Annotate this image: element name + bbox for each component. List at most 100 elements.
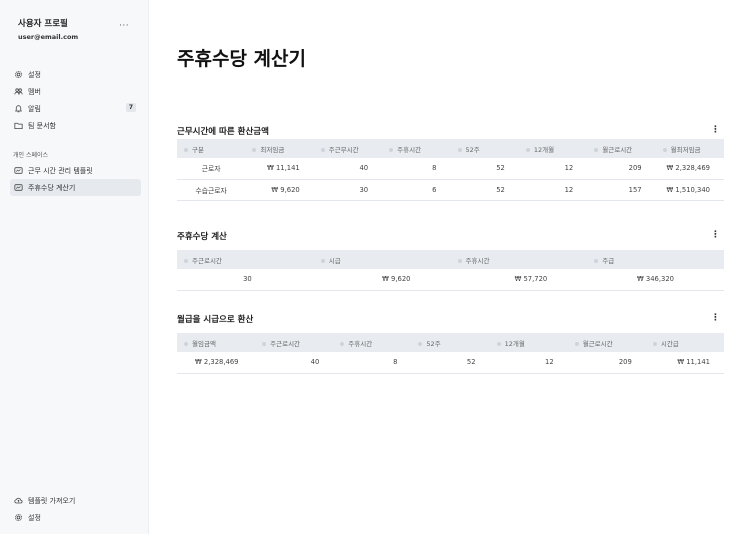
column-header[interactable]: 월근로시간 xyxy=(587,139,655,158)
sidebar-item-members[interactable]: 멤버 xyxy=(10,83,141,100)
sidebar-item-label: 주휴수당 계산기 xyxy=(28,183,76,192)
sidebar-item-import-template[interactable]: 템플릿 가져오기 xyxy=(10,492,141,509)
table-cell[interactable]: ₩ 1,510,340 xyxy=(655,179,724,201)
more-options-icon[interactable]: ⋮ xyxy=(711,125,720,135)
column-header[interactable]: 월임금액 xyxy=(177,333,255,352)
table-cell[interactable]: 6 xyxy=(382,179,451,201)
sidebar-item-settings[interactable]: 설정 xyxy=(10,66,141,83)
table-cell[interactable]: 12 xyxy=(518,179,588,201)
sidebar-item-holiday-pay-calculator[interactable]: 주휴수당 계산기 xyxy=(10,179,141,196)
monthly-to-hourly-section: 월급을 시급으로 환산 ⋮ 월임금액 주근로시간 주휴시간 52주 12개월 월… xyxy=(177,313,724,374)
column-header[interactable]: 월최저임금 xyxy=(656,139,724,158)
main-nav: 설정 멤버 알림 7 팀 문서함 xyxy=(10,66,141,134)
table-row: 근로자 ₩ 11,141 40 8 52 12 209 ₩ 2,328,469 xyxy=(177,158,724,180)
profile-name: 사용자 프로필 xyxy=(18,19,68,29)
column-header[interactable]: 주휴시간 xyxy=(451,250,588,269)
column-header[interactable]: 12개월 xyxy=(490,333,568,352)
sidebar-item-label: 멤버 xyxy=(28,87,41,96)
table-cell[interactable]: 40 xyxy=(255,352,334,374)
table-header-row: 주근로시간 시급 주휴시간 주급 xyxy=(177,250,724,269)
monthly-to-hourly-table: 월임금액 주근로시간 주휴시간 52주 12개월 월근로시간 시간급 ₩ 2,3… xyxy=(177,333,724,374)
table-cell[interactable]: 12 xyxy=(489,352,568,374)
table-cell[interactable]: ₩ 11,141 xyxy=(645,352,724,374)
column-header[interactable]: 시간급 xyxy=(646,333,724,352)
table-cell[interactable]: 40 xyxy=(313,158,383,180)
column-header[interactable]: 52주 xyxy=(411,333,489,352)
more-icon[interactable]: ··· xyxy=(119,21,129,31)
more-options-icon[interactable]: ⋮ xyxy=(711,230,720,240)
table-header-row: 월임금액 주근로시간 주휴시간 52주 12개월 월근로시간 시간급 xyxy=(177,333,724,352)
section-title: 월급을 시급으로 환산 xyxy=(177,315,254,325)
holiday-pay-table: 주근로시간 시급 주휴시간 주급 30 ₩ 9,620 ₩ 57,720 ₩ 3… xyxy=(177,250,724,291)
table-cell[interactable]: ₩ 2,328,469 xyxy=(655,158,724,180)
gear-icon xyxy=(13,513,23,523)
document-icon xyxy=(13,166,23,176)
table-cell[interactable]: 12 xyxy=(518,158,588,180)
sidebar-item-label: 설정 xyxy=(28,70,41,79)
sidebar-item-label: 팀 문서함 xyxy=(28,121,56,130)
table-cell[interactable]: 52 xyxy=(450,158,519,180)
wage-conversion-section: 근무시간에 따른 환산금액 ⋮ 구분 최저임금 주근무시간 주휴시간 52주 1… xyxy=(177,125,724,201)
table-cell[interactable]: 52 xyxy=(411,352,490,374)
sidebar-item-work-hours-template[interactable]: 근무 시간 관리 템플릿 xyxy=(10,162,141,179)
table-cell[interactable]: 209 xyxy=(567,352,646,374)
sidebar-item-label: 알림 xyxy=(28,104,41,113)
sidebar-item-team-docs[interactable]: 팀 문서함 xyxy=(10,117,141,134)
page-title: 주휴수당 계산기 xyxy=(177,48,306,70)
cloud-icon xyxy=(13,496,23,506)
column-header[interactable]: 주휴시간 xyxy=(382,139,450,158)
section-title: 주휴수당 계산 xyxy=(177,232,227,242)
table-cell[interactable]: 30 xyxy=(313,179,383,201)
more-options-icon[interactable]: ⋮ xyxy=(711,313,720,323)
sidebar-item-settings-bottom[interactable]: 설정 xyxy=(10,509,141,526)
bell-icon xyxy=(13,104,23,114)
table-cell[interactable]: 157 xyxy=(587,179,656,201)
table-cell[interactable]: 8 xyxy=(382,158,451,180)
column-header[interactable]: 구분 xyxy=(177,139,245,158)
table-row: 30 ₩ 9,620 ₩ 57,720 ₩ 346,320 xyxy=(177,269,724,291)
table-cell[interactable]: 근로자 xyxy=(177,158,246,180)
wage-conversion-table: 구분 최저임금 주근무시간 주휴시간 52주 12개월 월근로시간 월최저임금 … xyxy=(177,139,724,201)
sidebar-item-label: 근무 시간 관리 템플릿 xyxy=(28,166,93,175)
column-header[interactable]: 시급 xyxy=(314,250,451,269)
column-header[interactable]: 최저임금 xyxy=(245,139,313,158)
table-cell[interactable]: ₩ 2,328,469 xyxy=(177,352,256,374)
table-row: 수습근로자 ₩ 9,620 30 6 52 12 157 ₩ 1,510,340 xyxy=(177,179,724,201)
bottom-nav: 템플릿 가져오기 설정 xyxy=(10,492,141,526)
column-header[interactable]: 12개월 xyxy=(519,139,587,158)
document-icon xyxy=(13,183,23,193)
table-row: ₩ 2,328,469 40 8 52 12 209 ₩ 11,141 xyxy=(177,352,724,374)
table-cell[interactable]: ₩ 346,320 xyxy=(587,269,724,291)
table-cell[interactable]: 8 xyxy=(333,352,412,374)
table-cell[interactable]: ₩ 9,620 xyxy=(313,269,451,291)
notification-count-badge: 7 xyxy=(125,103,136,112)
users-icon xyxy=(13,87,23,97)
space-nav: 근무 시간 관리 템플릿 주휴수당 계산기 xyxy=(10,162,141,196)
column-header[interactable]: 주휴시간 xyxy=(333,333,411,352)
table-cell[interactable]: 30 xyxy=(177,269,314,291)
personal-space-label: 개인 스페이스 xyxy=(13,152,49,159)
gear-icon xyxy=(13,70,23,80)
table-cell[interactable]: ₩ 11,141 xyxy=(245,158,314,180)
table-cell[interactable]: 수습근로자 xyxy=(177,179,246,201)
column-header[interactable]: 주근로시간 xyxy=(255,333,333,352)
profile[interactable]: 사용자 프로필 user@email.com xyxy=(18,17,78,41)
column-header[interactable]: 주근로시간 xyxy=(177,250,314,269)
table-cell[interactable]: ₩ 9,620 xyxy=(245,179,314,201)
profile-email: user@email.com xyxy=(18,33,79,41)
table-cell[interactable]: 52 xyxy=(450,179,519,201)
sidebar-item-label: 템플릿 가져오기 xyxy=(28,496,76,505)
table-cell[interactable]: 209 xyxy=(587,158,656,180)
sidebar-item-label: 설정 xyxy=(28,513,41,522)
column-header[interactable]: 52주 xyxy=(451,139,519,158)
table-header-row: 구분 최저임금 주근무시간 주휴시간 52주 12개월 월근로시간 월최저임금 xyxy=(177,139,724,158)
column-header[interactable]: 월근로시간 xyxy=(568,333,646,352)
folder-icon xyxy=(13,121,23,131)
sidebar: 사용자 프로필 user@email.com ··· 설정 멤버 알림 7 팀 … xyxy=(0,0,149,534)
sidebar-item-notifications[interactable]: 알림 7 xyxy=(10,100,141,117)
section-title: 근무시간에 따른 환산금액 xyxy=(177,127,269,137)
column-header[interactable]: 주근무시간 xyxy=(314,139,382,158)
column-header[interactable]: 주급 xyxy=(587,250,724,269)
holiday-pay-section: 주휴수당 계산 ⋮ 주근로시간 시급 주휴시간 주급 30 ₩ 9,620 ₩ … xyxy=(177,230,724,291)
table-cell[interactable]: ₩ 57,720 xyxy=(450,269,588,291)
